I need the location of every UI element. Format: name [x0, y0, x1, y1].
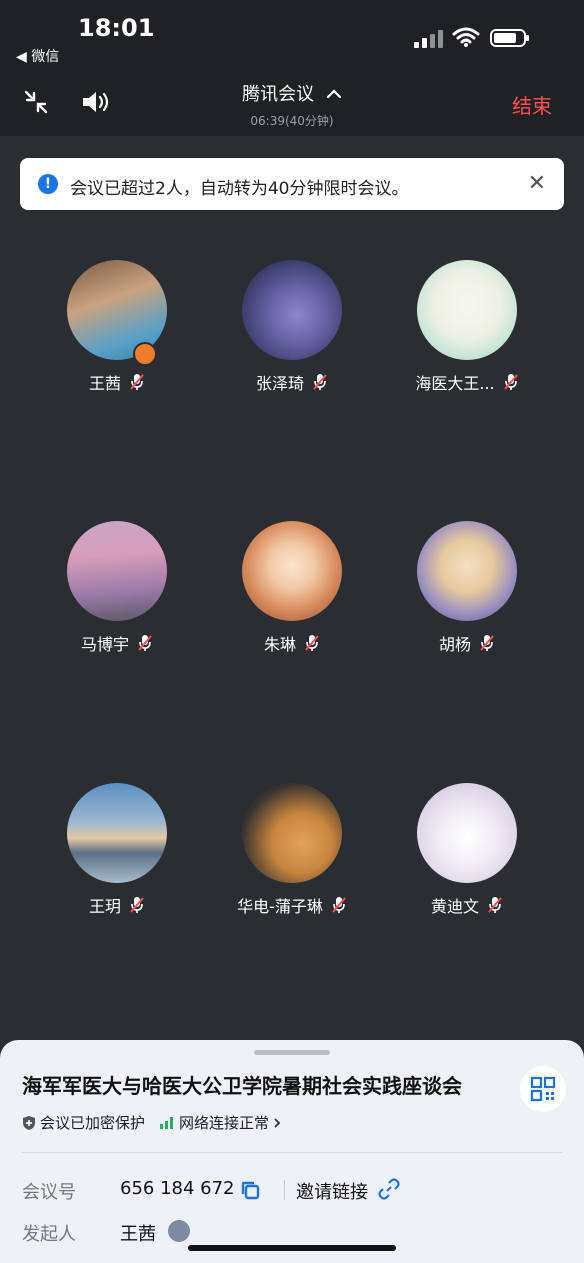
host-label: 发起人	[22, 1224, 76, 1245]
participant-name: 王玥	[88, 897, 121, 916]
time-limit-notice: ! 会议已超过2人，自动转为40分钟限时会议。 ✕	[20, 158, 564, 210]
participant-tile[interactable]: 马博宇	[27, 521, 207, 655]
mic-muted-icon	[313, 374, 327, 390]
encryption-tag: 会议已加密保护	[22, 1112, 145, 1133]
avatar	[242, 783, 342, 883]
divider	[22, 1152, 562, 1153]
clock: 18:01	[78, 14, 155, 42]
sheet-drag-handle[interactable]	[254, 1050, 330, 1055]
encryption-label: 会议已加密保护	[40, 1114, 146, 1132]
back-to-wechat[interactable]: ◀ 微信	[16, 46, 59, 66]
participant-name: 胡杨	[438, 635, 471, 654]
host-row: 发起人 王茜	[22, 1220, 562, 1246]
status-bar: 18:01 ◀ 微信	[0, 0, 584, 70]
avatar	[417, 260, 517, 360]
mic-muted-icon	[138, 635, 152, 651]
cellular-signal-icon	[414, 30, 443, 48]
host-name: 王茜	[120, 1224, 156, 1245]
mic-muted-icon	[480, 635, 494, 651]
chevron-up-icon	[326, 89, 341, 99]
invite-link-button[interactable]: 邀请链接	[296, 1178, 368, 1204]
meeting-title: 腾讯会议	[242, 84, 315, 105]
participant-tile[interactable]: 黄迪文	[377, 783, 557, 917]
mic-muted-icon	[130, 897, 144, 913]
meeting-info-sheet: 海军军医大与哈医大公卫学院暑期社会实践座谈会 会议已加密保护 网络连接正常 会议…	[0, 1040, 584, 1263]
link-icon[interactable]	[378, 1178, 400, 1200]
mic-muted-icon	[130, 374, 144, 390]
avatar	[67, 783, 167, 883]
meeting-id-label: 会议号	[22, 1182, 76, 1203]
participant-tile[interactable]: 王玥	[27, 783, 207, 917]
mic-muted-icon	[488, 897, 502, 913]
avatar	[417, 521, 517, 621]
participant-name: 王茜	[88, 374, 121, 393]
meeting-status-tags: 会议已加密保护 网络连接正常	[22, 1112, 281, 1133]
avatar	[67, 521, 167, 621]
avatar	[242, 521, 342, 621]
meeting-topic: 海军军医大与哈医大公卫学院暑期社会实践座谈会	[22, 1074, 462, 1098]
participant-tile[interactable]: 华电-蒲子琳	[202, 783, 382, 917]
battery-icon	[490, 29, 529, 47]
mic-muted-icon	[503, 374, 518, 390]
avatar	[417, 783, 517, 883]
meeting-toolbar: 腾讯会议 06:39(40分钟) 结束	[0, 70, 584, 136]
network-status-tag[interactable]: 网络连接正常	[159, 1112, 281, 1133]
participant-name: 海医大王...	[415, 374, 495, 393]
wifi-icon	[452, 27, 480, 47]
home-indicator[interactable]	[188, 1245, 396, 1251]
mic-muted-icon	[332, 897, 346, 913]
divider	[284, 1180, 285, 1200]
host-badge-icon	[133, 342, 157, 366]
notice-text: 会议已超过2人，自动转为40分钟限时会议。	[70, 179, 409, 199]
participant-name: 张泽琦	[255, 374, 304, 393]
shield-icon	[23, 1115, 35, 1130]
qr-code-icon	[530, 1076, 556, 1102]
meeting-id-value: 656 184 672	[120, 1178, 235, 1199]
network-status-label: 网络连接正常	[179, 1114, 270, 1132]
info-icon: !	[38, 174, 58, 194]
avatar	[242, 260, 342, 360]
host-badge-icon	[168, 1220, 190, 1242]
participant-tile[interactable]: 王茜	[27, 260, 207, 394]
participant-name: 黄迪文	[430, 897, 479, 916]
participant-tile[interactable]: 海医大王...	[377, 260, 557, 394]
meeting-id-row: 会议号 656 184 672 邀请链接	[22, 1178, 562, 1204]
close-icon[interactable]: ✕	[528, 171, 546, 196]
participant-name: 朱琳	[263, 635, 296, 654]
mic-muted-icon	[305, 635, 319, 651]
participant-name: 华电-蒲子琳	[237, 897, 323, 916]
network-bars-icon	[160, 1116, 174, 1129]
participant-tile[interactable]: 胡杨	[377, 521, 557, 655]
participant-tile[interactable]: 朱琳	[202, 521, 382, 655]
participant-tile[interactable]: 张泽琦	[202, 260, 382, 394]
chevron-right-icon	[274, 1117, 281, 1128]
end-meeting-button[interactable]: 结束	[512, 90, 552, 119]
meeting-title-area[interactable]: 腾讯会议 06:39(40分钟)	[0, 80, 584, 129]
copy-icon[interactable]	[240, 1180, 262, 1202]
meeting-timer: 06:39(40分钟)	[250, 114, 334, 128]
qr-code-button[interactable]	[520, 1066, 566, 1112]
participant-name: 马博宇	[80, 635, 129, 654]
